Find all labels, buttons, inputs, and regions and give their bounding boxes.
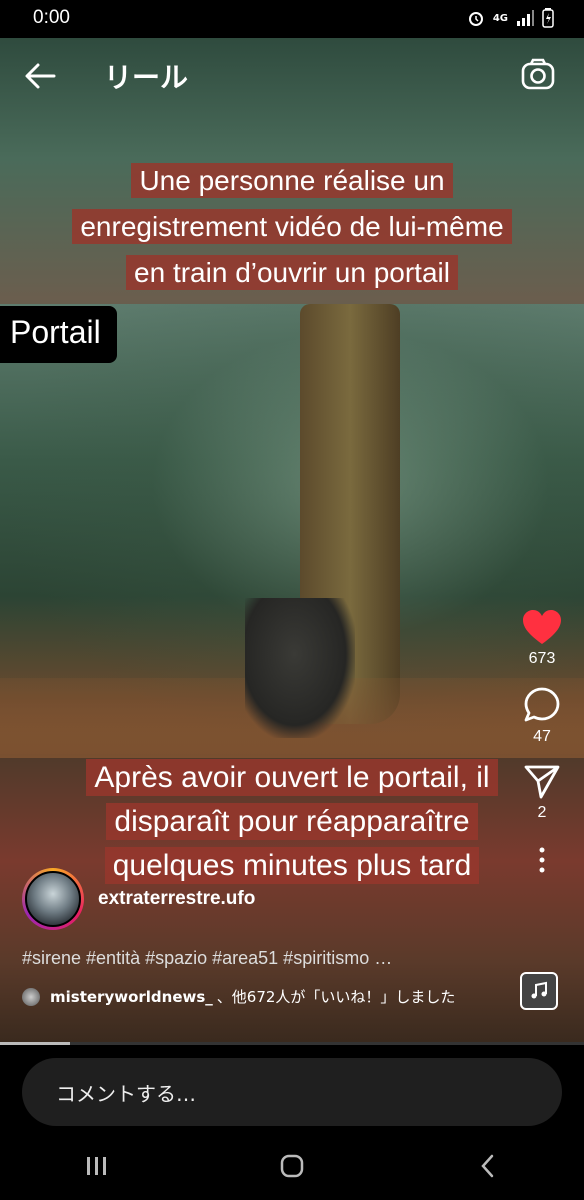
liked-by-user[interactable]: misteryworldnews_ (50, 988, 213, 1006)
heart-icon[interactable] (522, 610, 562, 646)
signal-icon (517, 10, 534, 26)
person-figure (245, 598, 355, 738)
liker-avatar (22, 987, 40, 1006)
video-progress-fill (0, 1042, 71, 1045)
music-icon (531, 981, 547, 999)
recents-icon (87, 1157, 107, 1175)
comment-input[interactable]: コメントする… (22, 1058, 562, 1126)
send-icon[interactable] (523, 764, 561, 800)
liked-by-text: 、他672人が「いいね！」しました (216, 988, 456, 1006)
like-action: 673 (522, 610, 562, 668)
home-button[interactable] (262, 1141, 322, 1191)
home-icon (280, 1154, 304, 1178)
like-count: 673 (528, 650, 556, 667)
comment-action: 47 (523, 686, 561, 746)
comment-count: 47 (533, 728, 551, 745)
system-navbar (0, 1132, 584, 1200)
back-button[interactable] (457, 1141, 517, 1191)
status-time: 0:00 (33, 7, 70, 28)
network-type: 4G (492, 12, 508, 24)
caption-bottom-line-1: Après avoir ouvert le portail, il (86, 759, 498, 796)
alien-avatar-image (25, 871, 81, 927)
share-count: 2 (537, 804, 547, 821)
recents-button[interactable] (67, 1141, 127, 1191)
portal-label: Portail (0, 306, 117, 363)
share-action: 2 (523, 764, 561, 822)
alarm-icon (468, 12, 483, 26)
caption-top: Une personne réalise un enregistrement v… (20, 158, 564, 296)
more-icon[interactable] (537, 846, 547, 874)
post-hashtags[interactable]: #sirene #entità #spazio #area51 #spiriti… (22, 948, 502, 969)
username[interactable]: extraterrestre.ufo (98, 888, 255, 910)
post-author[interactable]: extraterrestre.ufo (22, 868, 255, 930)
comment-placeholder: コメントする… (56, 1081, 196, 1106)
video-progress-bar[interactable] (0, 1042, 584, 1045)
music-button[interactable] (520, 972, 558, 1010)
caption-top-line-3: en train d’ouvrir un portail (126, 255, 458, 290)
action-column: 673 47 2 (520, 610, 564, 874)
battery-icon (542, 8, 554, 28)
reels-header: リール (0, 38, 584, 110)
liked-by-row[interactable]: misteryworldnews_ 、他672人が「いいね！」しました (22, 986, 455, 1007)
comment-icon[interactable] (523, 686, 561, 724)
status-icons: 4G (467, 8, 554, 28)
caption-top-line-1: Une personne réalise un (131, 163, 453, 198)
caption-top-line-2: enregistrement vidéo de lui-même (72, 209, 512, 244)
back-icon (480, 1154, 493, 1178)
page-title: リール (104, 61, 189, 94)
avatar[interactable] (22, 868, 84, 930)
caption-bottom-line-2: disparaît pour réapparaître (106, 803, 478, 840)
status-bar: 0:00 4G (0, 0, 584, 38)
back-arrow-icon[interactable] (22, 58, 58, 94)
camera-icon[interactable] (520, 56, 556, 92)
